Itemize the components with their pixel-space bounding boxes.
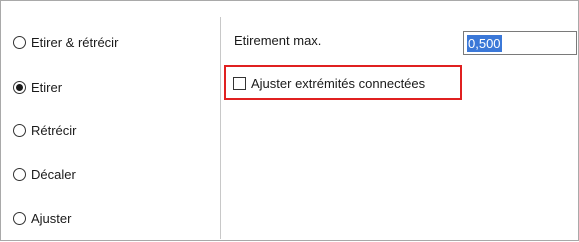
radio-button[interactable] xyxy=(13,167,26,181)
radio-label: Etirer xyxy=(31,79,63,95)
radio-label: Décaler xyxy=(31,166,76,182)
adjust-connected-ends-option[interactable]: Ajuster extrémités connectées xyxy=(233,73,425,93)
radio-ajuster[interactable]: Ajuster xyxy=(13,208,71,228)
radio-button[interactable] xyxy=(13,35,26,49)
adjust-connected-ends-label: Ajuster extrémités connectées xyxy=(251,75,426,91)
radio-button-selected[interactable] xyxy=(13,80,26,94)
radio-decaler[interactable]: Décaler xyxy=(13,164,76,184)
max-stretch-value: 0,500 xyxy=(467,34,502,52)
max-stretch-input[interactable]: 0,500 xyxy=(463,31,577,55)
radio-button[interactable] xyxy=(13,211,26,225)
radio-label: Ajuster xyxy=(31,210,72,226)
adjust-connected-ends-checkbox[interactable] xyxy=(233,76,246,90)
radio-etirer[interactable]: Etirer xyxy=(13,77,62,97)
radio-retrecir[interactable]: Rétrécir xyxy=(13,120,77,140)
max-stretch-label: Etirement max. xyxy=(234,33,322,48)
vertical-divider xyxy=(220,17,221,239)
radio-etirer-retrecir[interactable]: Etirer & rétrécir xyxy=(13,32,118,52)
radio-label: Etirer & rétrécir xyxy=(31,34,119,50)
radio-button[interactable] xyxy=(13,123,26,137)
mode-radio-group: Etirer & rétrécir Etirer Rétrécir Décale… xyxy=(1,1,221,242)
options-panel: Etirer & rétrécir Etirer Rétrécir Décale… xyxy=(0,0,579,241)
radio-label: Rétrécir xyxy=(31,122,77,138)
